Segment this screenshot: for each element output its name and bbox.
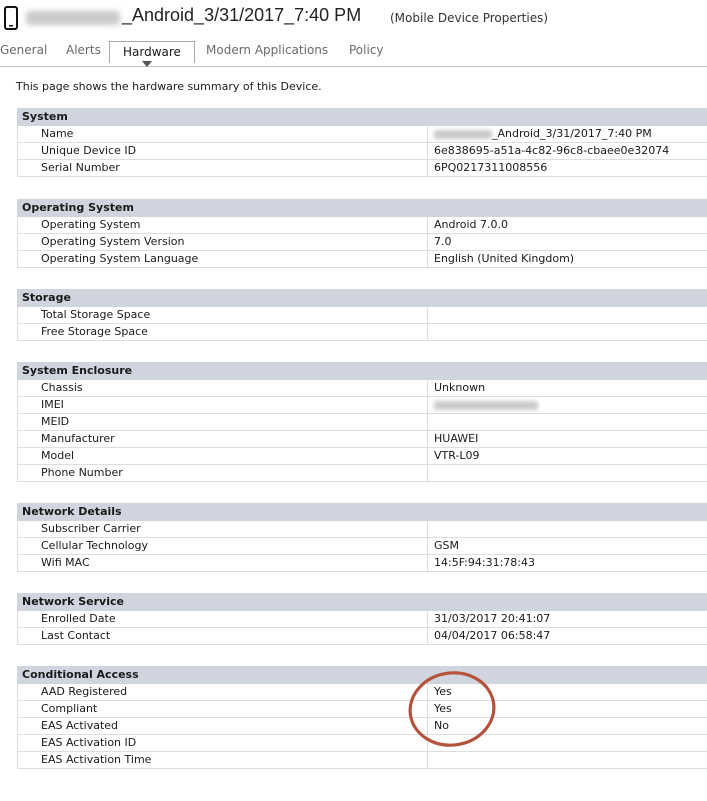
property-value: 7.0: [427, 234, 707, 251]
property-value: [427, 307, 707, 324]
property-value: [427, 465, 707, 482]
annotation-circle-icon: [408, 671, 496, 747]
section-conditional-access: Conditional Access AAD Registered Yes Co…: [17, 666, 707, 769]
property-value: GSM: [427, 538, 707, 555]
table-row: Free Storage Space: [17, 324, 707, 341]
property-value: 31/03/2017 20:41:07: [427, 611, 707, 628]
table-row: AAD Registered Yes: [17, 684, 707, 701]
property-name: Manufacturer: [17, 431, 427, 448]
property-name: Subscriber Carrier: [17, 521, 427, 538]
tab-bar: General Alerts Hardware Modern Applicati…: [0, 40, 707, 67]
property-name: IMEI: [17, 397, 427, 414]
property-name: Last Contact: [17, 628, 427, 645]
section-header: System Enclosure: [17, 362, 707, 380]
table-row: Name _Android_3/31/2017_7:40 PM: [17, 126, 707, 143]
table-row: Operating System Version 7.0: [17, 234, 707, 251]
table-row: EAS Activation ID: [17, 735, 707, 752]
section-system-enclosure: System Enclosure Chassis Unknown IMEI ME…: [17, 362, 707, 482]
property-value: _Android_3/31/2017_7:40 PM: [427, 126, 707, 143]
redacted-imei: [434, 400, 538, 410]
active-tab-pointer-icon: [142, 61, 152, 67]
section-header: System: [17, 108, 707, 126]
table-row: Serial Number 6PQ0217311008556: [17, 160, 707, 177]
property-value: [427, 324, 707, 341]
property-name: Operating System Version: [17, 234, 427, 251]
property-name: EAS Activation Time: [17, 752, 427, 769]
tab-modern-applications[interactable]: Modern Applications: [206, 43, 328, 57]
property-name: Phone Number: [17, 465, 427, 482]
table-row: Enrolled Date 31/03/2017 20:41:07: [17, 611, 707, 628]
property-value: [427, 414, 707, 431]
tab-general[interactable]: General: [0, 43, 47, 57]
property-name: Operating System: [17, 217, 427, 234]
property-value: [427, 397, 707, 414]
property-name: Operating System Language: [17, 251, 427, 268]
section-storage: Storage Total Storage Space Free Storage…: [17, 289, 707, 341]
property-value: HUAWEI: [427, 431, 707, 448]
table-row: Phone Number: [17, 465, 707, 482]
property-name: Wifi MAC: [17, 555, 427, 572]
page-title: _Android_3/31/2017_7:40 PM: [122, 5, 362, 25]
property-name: Name: [17, 126, 427, 143]
property-name: Unique Device ID: [17, 143, 427, 160]
property-value: [427, 752, 707, 769]
property-value: 6e838695-a51a-4c82-96c8-cbaee0e32074: [427, 143, 707, 160]
section-operating-system: Operating System Operating System Androi…: [17, 199, 707, 268]
property-value: 14:5F:94:31:78:43: [427, 555, 707, 572]
table-row: Operating System Language English (Unite…: [17, 251, 707, 268]
property-name: Cellular Technology: [17, 538, 427, 555]
table-row: Chassis Unknown: [17, 380, 707, 397]
table-row: Model VTR-L09: [17, 448, 707, 465]
title-bar: _Android_3/31/2017_7:40 PM (Mobile Devic…: [0, 0, 707, 38]
property-name: Model: [17, 448, 427, 465]
property-value: Unknown: [427, 380, 707, 397]
property-name: Chassis: [17, 380, 427, 397]
table-row: Last Contact 04/04/2017 06:58:47: [17, 628, 707, 645]
property-value: VTR-L09: [427, 448, 707, 465]
table-row: Cellular Technology GSM: [17, 538, 707, 555]
table-row: EAS Activation Time: [17, 752, 707, 769]
page-description: This page shows the hardware summary of …: [16, 80, 322, 93]
table-row: Compliant Yes: [17, 701, 707, 718]
table-row: Total Storage Space: [17, 307, 707, 324]
section-header: Network Details: [17, 503, 707, 521]
property-name: Enrolled Date: [17, 611, 427, 628]
property-name: Compliant: [17, 701, 427, 718]
property-name: Free Storage Space: [17, 324, 427, 341]
redacted-name-prefix: [434, 129, 492, 139]
mobile-phone-icon: [4, 6, 18, 30]
section-header: Network Service: [17, 593, 707, 611]
property-value: English (United Kingdom): [427, 251, 707, 268]
table-row: Unique Device ID 6e838695-a51a-4c82-96c8…: [17, 143, 707, 160]
table-row: MEID: [17, 414, 707, 431]
property-name: AAD Registered: [17, 684, 427, 701]
tab-alerts[interactable]: Alerts: [66, 43, 101, 57]
property-value: 04/04/2017 06:58:47: [427, 628, 707, 645]
property-name: Serial Number: [17, 160, 427, 177]
property-value: [427, 521, 707, 538]
section-system: System Name _Android_3/31/2017_7:40 PM U…: [17, 108, 707, 177]
table-row: EAS Activated No: [17, 718, 707, 735]
property-name: Total Storage Space: [17, 307, 427, 324]
property-name: EAS Activation ID: [17, 735, 427, 752]
table-row: Subscriber Carrier: [17, 521, 707, 538]
table-row: IMEI: [17, 397, 707, 414]
property-value: Android 7.0.0: [427, 217, 707, 234]
property-value: 6PQ0217311008556: [427, 160, 707, 177]
section-network-service: Network Service Enrolled Date 31/03/2017…: [17, 593, 707, 645]
property-name: MEID: [17, 414, 427, 431]
section-network-details: Network Details Subscriber Carrier Cellu…: [17, 503, 707, 572]
table-row: Wifi MAC 14:5F:94:31:78:43: [17, 555, 707, 572]
tab-policy[interactable]: Policy: [349, 43, 384, 57]
section-header: Storage: [17, 289, 707, 307]
page-subtitle: (Mobile Device Properties): [390, 11, 549, 25]
table-row: Operating System Android 7.0.0: [17, 217, 707, 234]
table-row: Manufacturer HUAWEI: [17, 431, 707, 448]
redacted-device-owner: [26, 11, 120, 25]
section-header: Operating System: [17, 199, 707, 217]
tab-hardware[interactable]: Hardware: [109, 41, 195, 63]
section-header: Conditional Access: [17, 666, 707, 684]
property-name: EAS Activated: [17, 718, 427, 735]
